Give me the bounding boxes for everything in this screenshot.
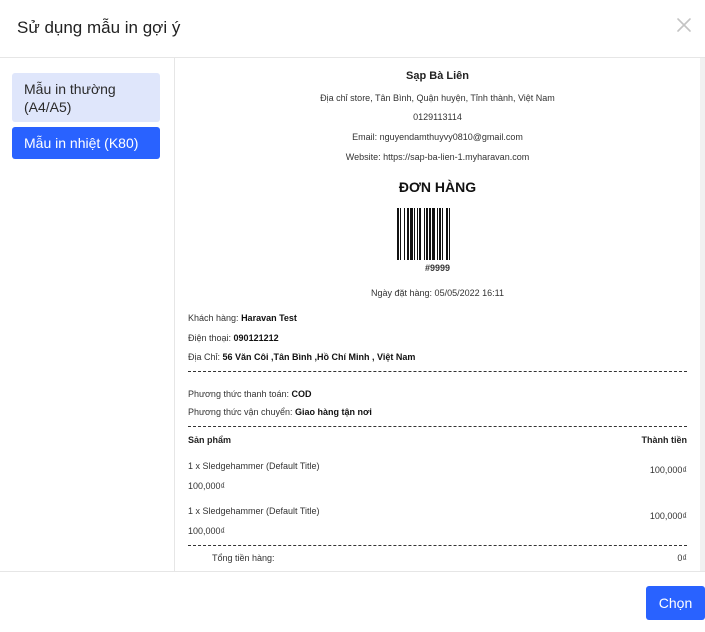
template-sidebar: Mẫu in thường (A4/A5) Mẫu in nhiệt (K80) — [0, 58, 175, 571]
payment-line: Phương thức thanh toán: COD — [188, 389, 312, 399]
item-total: 100,000₫ — [649, 511, 687, 521]
customer-label: Khách hàng: — [188, 313, 239, 323]
address-value: 56 Văn Côi ,Tân Bình ,Hồ Chí Minh , Việt… — [222, 352, 416, 362]
payment-value: COD — [291, 389, 312, 399]
item-price: 100,000₫ — [188, 526, 226, 536]
choose-button[interactable]: Chọn — [646, 586, 705, 620]
column-total-header: Thành tiền — [641, 435, 688, 445]
divider — [188, 371, 687, 372]
phone-line: Điện thoại: 090121212 — [188, 333, 279, 343]
phone-label: Điện thoại: — [188, 333, 232, 343]
store-address: Địa chỉ store, Tân Bình, Quận huyện, Tỉn… — [320, 93, 555, 103]
order-date: Ngày đặt hàng: 05/05/2022 16:11 — [371, 288, 504, 298]
address-label: Địa Chỉ: — [188, 352, 221, 362]
template-a4-a5-button[interactable]: Mẫu in thường (A4/A5) — [12, 73, 160, 122]
store-email: Email: nguyendamthuyvy0810@gmail.com — [352, 132, 523, 142]
dialog-footer — [0, 571, 705, 632]
template-k80-button[interactable]: Mẫu in nhiệt (K80) — [12, 127, 160, 159]
shipping-value: Giao hàng tận nơi — [295, 407, 372, 417]
phone-value: 090121212 — [233, 333, 279, 343]
column-product-header: Sản phẩm — [188, 435, 232, 445]
order-code: #9999 — [424, 263, 451, 273]
item-price: 100,000₫ — [188, 481, 226, 491]
store-name: Sạp Bà Liên — [406, 70, 469, 82]
item-total: 100,000₫ — [649, 465, 687, 475]
payment-label: Phương thức thanh toán: — [188, 389, 290, 399]
divider — [188, 426, 687, 427]
customer-line: Khách hàng: Haravan Test — [188, 313, 297, 323]
preview-scrollbar[interactable] — [700, 58, 705, 571]
receipt-paper: Sạp Bà Liên Địa chỉ store, Tân Bình, Quậ… — [175, 58, 700, 571]
barcode-image — [397, 208, 450, 260]
address-line: Địa Chỉ: 56 Văn Côi ,Tân Bình ,Hồ Chí Mi… — [188, 352, 415, 362]
customer-value: Haravan Test — [241, 313, 297, 323]
subtotal-value: 0₫ — [677, 553, 687, 563]
document-title: ĐƠN HÀNG — [398, 179, 477, 195]
shipping-label: Phương thức vận chuyển: — [188, 407, 293, 417]
divider — [188, 545, 687, 546]
dialog-title: Sử dụng mẫu in gợi ý — [17, 18, 181, 37]
store-phone: 0129113114 — [413, 112, 462, 122]
print-preview[interactable]: Sạp Bà Liên Địa chỉ store, Tân Bình, Quậ… — [175, 58, 705, 571]
store-website: Website: https://sap-ba-lien-1.myharavan… — [345, 152, 530, 162]
dialog-header: Sử dụng mẫu in gợi ý — [0, 0, 705, 58]
subtotal-label: Tổng tiền hàng: — [212, 553, 275, 563]
shipping-line: Phương thức vận chuyển: Giao hàng tận nơ… — [188, 407, 372, 417]
close-icon[interactable] — [673, 14, 695, 36]
item-name: 1 x Sledgehammer (Default Title) — [188, 461, 320, 471]
item-name: 1 x Sledgehammer (Default Title) — [188, 506, 320, 516]
